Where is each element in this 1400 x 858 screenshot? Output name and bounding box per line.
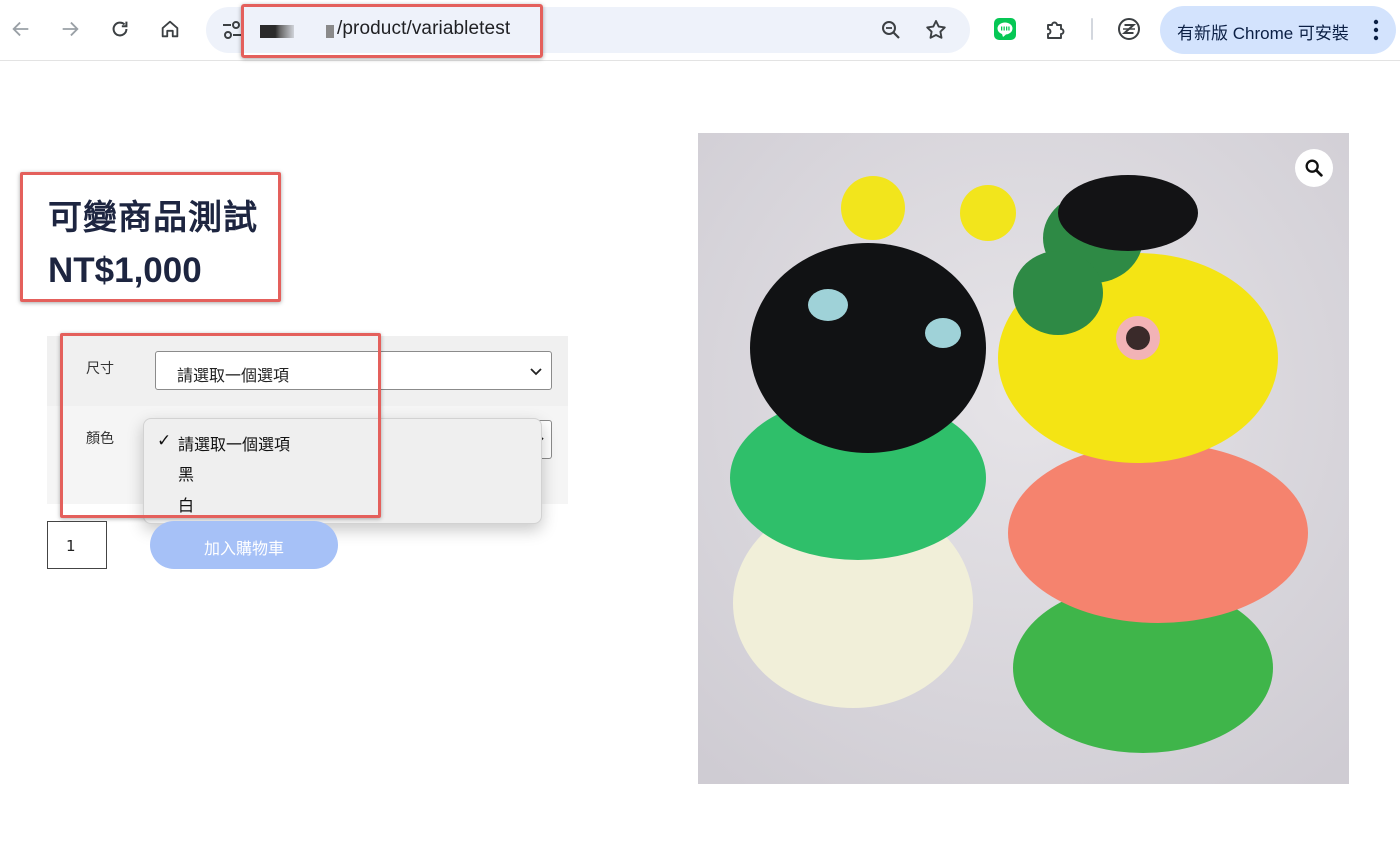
add-to-cart-button[interactable]: 加入購物車 [150,521,338,569]
kebab-icon[interactable] [1368,19,1384,41]
size-select-value: 請選取一個選項 [177,366,290,385]
color-label: 顏色 [86,431,114,447]
image-zoom-button[interactable] [1295,149,1333,187]
dropdown-option[interactable]: 黑 [144,455,541,485]
color-dropdown-menu: ✓ 請選取一個選項 黑 白 [143,418,542,524]
product-title: 可變商品測試 [48,198,258,238]
reload-button[interactable] [101,10,139,48]
dropdown-option[interactable]: 白 [144,486,541,516]
url-highlight-box [241,4,543,58]
product-image[interactable] [698,133,1349,784]
back-button[interactable] [2,10,40,48]
checkmark-icon: ✓ [157,431,172,451]
zoom-icon[interactable] [879,18,903,42]
arrow-left-icon [12,21,29,37]
quantity-input[interactable]: 1 [47,521,107,569]
quantity-value: 1 [66,537,76,555]
dropdown-option-label: 白 [178,496,195,515]
size-label: 尺寸 [86,361,114,377]
reload-icon [112,21,128,37]
dropdown-option-label: 請選取一個選項 [178,435,291,454]
product-price: NT$1,000 [48,251,202,290]
home-button[interactable] [151,10,189,48]
size-select[interactable]: 請選取一個選項 [155,351,552,390]
browser-toolbar: /product/variabletest 有新版 Chrome 可安裝 [0,0,1400,61]
home-icon [161,20,179,38]
address-bar[interactable]: /product/variabletest [206,4,970,58]
chrome-update-button[interactable]: 有新版 Chrome 可安裝 [1160,6,1396,54]
plush-illustration [698,133,1349,784]
line-app-icon[interactable] [993,17,1017,41]
toolbar-divider [1091,18,1093,40]
dropdown-option[interactable]: ✓ 請選取一個選項 [144,425,541,455]
chrome-update-label: 有新版 Chrome 可安裝 [1177,24,1349,43]
puzzle-icon[interactable] [1044,17,1068,41]
add-to-cart-label: 加入購物車 [203,541,284,558]
dropdown-option-label: 黑 [178,465,195,484]
z-icon[interactable] [1117,17,1141,41]
forward-button[interactable] [51,10,89,48]
chevron-down-icon [530,368,542,376]
magnifier-icon [1305,159,1323,177]
page: /product/variabletest 有新版 Chrome 可安裝 可變商… [0,0,1400,858]
star-icon[interactable] [924,18,948,42]
arrow-right-icon [62,21,79,37]
